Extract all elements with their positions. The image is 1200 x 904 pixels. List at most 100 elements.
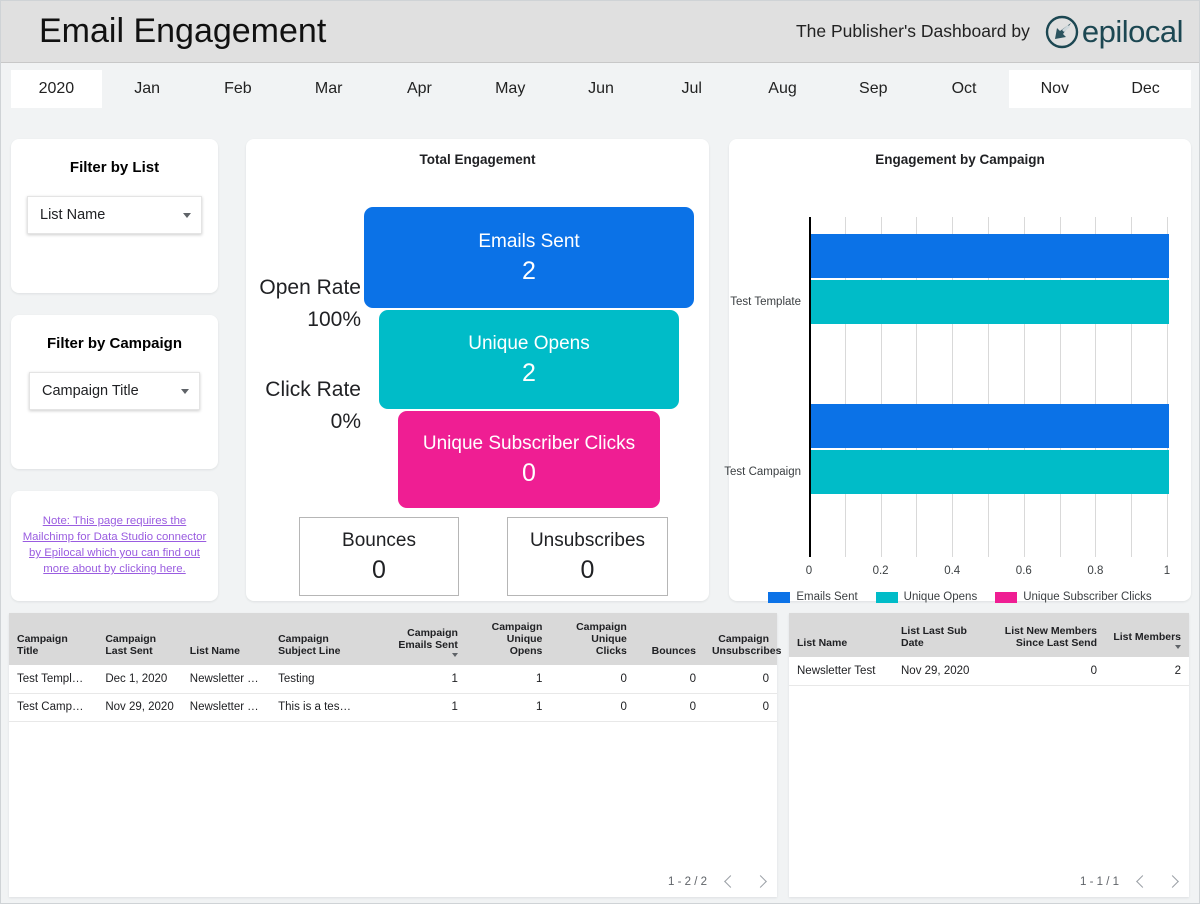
column-header-list-last-sub-date[interactable]: List Last Sub Date (893, 613, 993, 657)
column-header-list-name[interactable]: List Name (789, 613, 893, 657)
column-header-campaign-unsubscribes[interactable]: Campaign Unsubscribes (704, 613, 777, 665)
tab-may[interactable]: May (465, 70, 556, 108)
bar-chart-legend: Emails Sent Unique Opens Unique Subscriber… (729, 591, 1191, 603)
bar-chart: Test TemplateTest Campaign00.20.40.60.81… (729, 173, 1191, 563)
unsubscribes-scorecard[interactable]: Unsubscribes 0 (507, 517, 668, 596)
column-header-label: Campaign Emails Sent (398, 627, 458, 651)
engagement-funnel: Open Rate 100% Click Rate 0% Emails Sent… (246, 167, 709, 629)
total-engagement-card: Total Engagement Open Rate 100% Click Ra… (246, 139, 709, 601)
chevron-down-icon (183, 213, 191, 218)
sort-descending-icon (1175, 645, 1181, 649)
tab-sep[interactable]: Sep (828, 70, 919, 108)
header-subtitle: The Publisher's Dashboard by (796, 21, 1030, 42)
column-header-list-name[interactable]: List Name (182, 613, 270, 665)
column-header-campaign-title[interactable]: Campaign Title (9, 613, 97, 665)
table-cell: Newsletter T… (182, 693, 270, 721)
campaign-title-select[interactable]: Campaign Title (29, 372, 200, 410)
unsubscribes-label: Unsubscribes (530, 528, 645, 554)
column-header-campaign-emails-sent[interactable]: Campaign Emails Sent (378, 613, 466, 665)
table-cell: 0 (550, 665, 634, 693)
tab-apr[interactable]: Apr (374, 70, 465, 108)
list-table-pagination: 1 - 1 / 1 (1080, 875, 1179, 889)
filter-by-campaign-card: Filter by Campaign Campaign Title (11, 315, 218, 469)
table-row[interactable]: Test Templa…Dec 1, 2020Newsletter T…Test… (9, 665, 777, 693)
table-cell: 0 (635, 693, 704, 721)
tab-mar[interactable]: Mar (283, 70, 374, 108)
click-rate-block: Click Rate 0% (246, 374, 361, 438)
tab-label: Jun (588, 80, 614, 98)
column-header-campaign-subject-line[interactable]: Campaign Subject Line (270, 613, 378, 665)
table-cell: Test Templa… (9, 665, 97, 693)
tab-jul[interactable]: Jul (646, 70, 737, 108)
tab-label: Jul (682, 80, 702, 98)
funnel-bar-emails-sent[interactable]: Emails Sent 2 (364, 207, 694, 308)
funnel-bar-unique-opens[interactable]: Unique Opens 2 (379, 310, 679, 409)
legend-item[interactable]: Unique Opens (876, 591, 978, 603)
category-label: Test Template (730, 296, 801, 308)
legend-item[interactable]: Emails Sent (768, 591, 857, 603)
x-axis-tick-label: 0.2 (873, 565, 889, 577)
tab-dec[interactable]: Dec (1100, 70, 1191, 108)
tab-label: May (495, 80, 525, 98)
category-label: Test Campaign (724, 466, 801, 478)
bar-unique-opens[interactable] (811, 280, 1169, 324)
open-rate-value: 100% (246, 304, 361, 336)
bar-emails-sent[interactable] (811, 404, 1169, 448)
column-header-campaign-last-sent[interactable]: Campaign Last Sent (97, 613, 181, 665)
filter-by-campaign-title: Filter by Campaign (11, 315, 218, 352)
sort-descending-icon (452, 653, 458, 657)
tab-nov[interactable]: Nov (1009, 70, 1100, 108)
epilocal-logo[interactable]: epilocal (1044, 14, 1183, 50)
campaign-pagination-text: 1 - 2 / 2 (668, 876, 707, 888)
list-table-body: Newsletter TestNov 29, 202002 (789, 657, 1189, 685)
x-axis-tick-label: 0.4 (944, 565, 960, 577)
tab-oct[interactable]: Oct (919, 70, 1010, 108)
campaign-table-body: Test Templa…Dec 1, 2020Newsletter T…Test… (9, 665, 777, 721)
bar-emails-sent[interactable] (811, 234, 1169, 278)
funnel-bar-value: 2 (522, 357, 536, 389)
table-cell: Nov 29, 2020 (893, 657, 993, 685)
tab-2020[interactable]: 2020 (11, 70, 102, 108)
legend-item[interactable]: Unique Subscriber Clicks (995, 591, 1151, 603)
column-header-bounces[interactable]: Bounces (635, 613, 704, 665)
tab-aug[interactable]: Aug (737, 70, 828, 108)
column-header-label: Bounces (652, 645, 696, 657)
list-name-select[interactable]: List Name (27, 196, 202, 234)
bounces-scorecard[interactable]: Bounces 0 (299, 517, 459, 596)
column-header-list-members[interactable]: List Members (1105, 613, 1189, 657)
column-header-label: Campaign Subject Line (278, 633, 340, 657)
column-header-campaign-unique-opens[interactable]: Campaign Unique Opens (466, 613, 550, 665)
tab-label: Sep (859, 80, 887, 98)
column-header-label: List Last Sub Date (901, 625, 967, 649)
bar-unique-opens[interactable] (811, 450, 1169, 494)
previous-page-icon[interactable] (723, 875, 737, 889)
tab-label: Dec (1131, 80, 1159, 98)
tab-feb[interactable]: Feb (193, 70, 284, 108)
next-page-icon[interactable] (1165, 875, 1179, 889)
list-table: List Name List Last Sub Date List New Memb… (789, 613, 1189, 686)
previous-page-icon[interactable] (1135, 875, 1149, 889)
column-header-campaign-unique-clicks[interactable]: Campaign Unique Clicks (550, 613, 634, 665)
tab-label: Jan (134, 80, 160, 98)
tab-jan[interactable]: Jan (102, 70, 193, 108)
column-header-label: List New Members Since Last Send (1005, 625, 1097, 649)
connector-note-link[interactable]: Note: This page requires the Mailchimp f… (11, 491, 218, 577)
filter-by-list-title: Filter by List (11, 139, 218, 176)
list-table-header: List Name List Last Sub Date List New Memb… (789, 613, 1189, 657)
tab-label: Feb (224, 80, 252, 98)
epilocal-logo-text: epilocal (1082, 16, 1183, 47)
tab-jun[interactable]: Jun (556, 70, 647, 108)
column-header-label: Campaign Unique Opens (492, 621, 543, 657)
bar-chart-plot: Test TemplateTest Campaign00.20.40.60.81 (809, 217, 1167, 557)
table-cell: Newsletter Test (789, 657, 893, 685)
funnel-bar-unique-subscriber-clicks[interactable]: Unique Subscriber Clicks 0 (398, 411, 660, 508)
list-table-header-row: List Name List Last Sub Date List New Memb… (789, 613, 1189, 657)
column-header-list-new-members-since-last-send[interactable]: List New Members Since Last Send (993, 613, 1105, 657)
next-page-icon[interactable] (753, 875, 767, 889)
table-row[interactable]: Test Campai…Nov 29, 2020Newsletter T…Thi… (9, 693, 777, 721)
table-row[interactable]: Newsletter TestNov 29, 202002 (789, 657, 1189, 685)
table-cell: This is a tes… (270, 693, 378, 721)
table-cell: 0 (704, 665, 777, 693)
column-header-label: List Members (1113, 631, 1181, 643)
total-engagement-title: Total Engagement (246, 139, 709, 167)
